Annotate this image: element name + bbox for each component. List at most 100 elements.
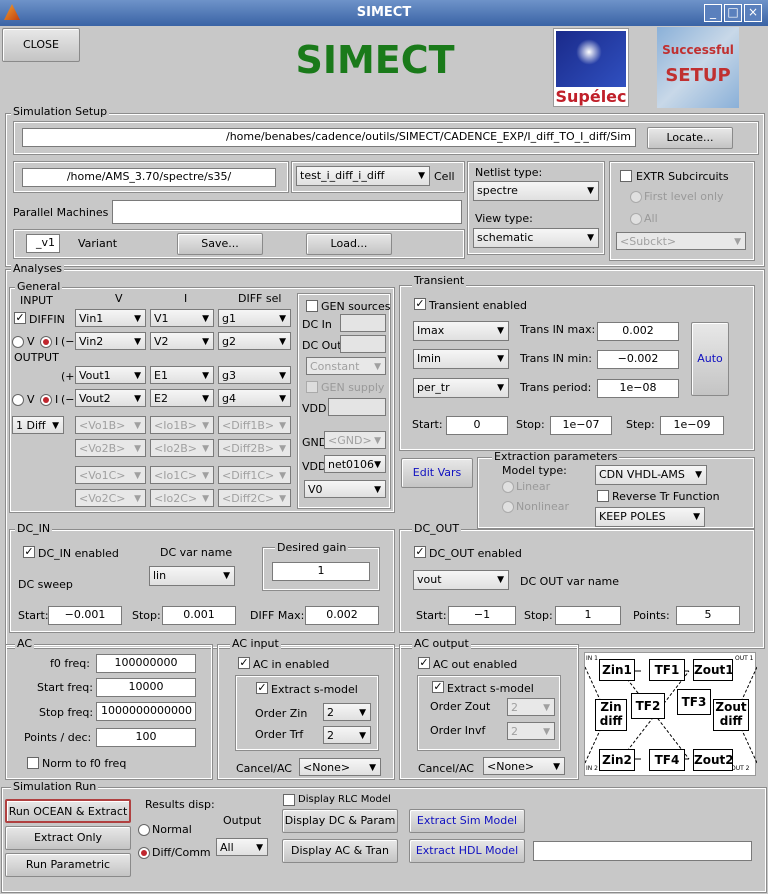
dc-var-select[interactable]: lin <box>149 566 235 586</box>
desired-gain-field[interactable]: 1 <box>272 562 370 581</box>
hdl-model-field[interactable] <box>533 841 752 861</box>
diff-select-2[interactable]: g2 <box>218 332 291 350</box>
output-select[interactable]: All <box>216 838 268 856</box>
run-parametric-button[interactable]: Run Parametric <box>5 853 131 877</box>
vdd-field[interactable] <box>328 398 386 416</box>
linear-radio[interactable] <box>502 481 514 493</box>
transient-enabled-checkbox[interactable]: ✓ <box>414 298 426 310</box>
dc-out-var-select[interactable]: vout <box>413 570 509 590</box>
display-dc-button[interactable]: Display DC & Param <box>282 809 398 833</box>
normal-radio[interactable] <box>138 824 150 836</box>
order-zout-select[interactable]: 2 <box>507 698 555 716</box>
variant-field[interactable]: _v1 <box>26 234 60 253</box>
nonlinear-radio[interactable] <box>502 501 514 513</box>
stop-freq-field[interactable]: 1000000000000 <box>96 702 196 721</box>
trans-period-select[interactable]: per_tr <box>413 378 509 398</box>
edit-vars-button[interactable]: Edit Vars <box>401 458 473 488</box>
parallel-machines-field[interactable] <box>112 200 462 224</box>
order-trf-select[interactable]: 2 <box>323 726 371 744</box>
close-window-icon[interactable]: × <box>744 4 762 22</box>
trans-max-select[interactable]: Imax <box>413 321 509 341</box>
subckt-select[interactable]: <Subckt> <box>616 232 746 250</box>
diff-select-5[interactable]: <Diff1B> <box>218 416 291 434</box>
extract-only-button[interactable]: Extract Only <box>5 826 131 850</box>
ac-out-cancel-select[interactable]: <None> <box>483 757 565 775</box>
i-select-8[interactable]: <Io2C> <box>150 489 214 507</box>
v-select-1[interactable]: Vin1 <box>75 309 146 327</box>
ac-in-extract-checkbox[interactable]: ✓ <box>256 682 268 694</box>
diffin-checkbox[interactable]: ✓ <box>14 312 26 324</box>
diff-select-3[interactable]: g3 <box>218 366 291 384</box>
diff-select-8[interactable]: <Diff2C> <box>218 489 291 507</box>
run-ocean-button[interactable]: Run OCEAN & Extract <box>5 799 131 823</box>
spectre-path-field[interactable]: /home/AMS_3.70/spectre/s35/ <box>22 168 276 187</box>
v-select-5[interactable]: <Vo1B> <box>75 416 146 434</box>
trans-stop-field[interactable]: 1e−07 <box>550 416 612 435</box>
v-select-8[interactable]: <Vo2C> <box>75 489 146 507</box>
trans-in-max-field[interactable]: 0.002 <box>597 322 679 341</box>
output-i-radio[interactable] <box>40 394 52 406</box>
i-select-4[interactable]: E2 <box>150 389 214 407</box>
first-level-radio[interactable] <box>630 191 642 203</box>
dc-out-enabled-checkbox[interactable]: ✓ <box>414 546 426 558</box>
display-ac-button[interactable]: Display AC & Tran <box>282 839 398 863</box>
load-button[interactable]: Load... <box>306 233 392 255</box>
netlist-select[interactable]: spectre <box>473 181 599 201</box>
dc-in-start-field[interactable]: −0.001 <box>48 606 122 625</box>
gnd-select[interactable]: <GND> <box>324 431 386 449</box>
trans-min-select[interactable]: Imin <box>413 349 509 369</box>
gen-supply-checkbox[interactable] <box>306 381 318 393</box>
ac-out-enabled-checkbox[interactable]: ✓ <box>418 657 430 669</box>
i-select-7[interactable]: <Io1C> <box>150 466 214 484</box>
order-zin-select[interactable]: 2 <box>323 703 371 721</box>
sim-path-field[interactable]: /home/benabes/cadence/outils/SIMECT/CADE… <box>22 128 636 147</box>
extract-hdl-model-button[interactable]: Extract HDL Model <box>409 839 525 863</box>
locate-button[interactable]: Locate... <box>647 127 733 149</box>
v0-select[interactable]: V0 <box>304 480 386 498</box>
trans-start-field[interactable]: 0 <box>446 416 508 435</box>
trans-period-field[interactable]: 1e−08 <box>597 379 679 398</box>
v-select-3[interactable]: Vout1 <box>75 366 146 384</box>
model-type-select[interactable]: CDN VHDL-AMS <box>595 465 707 485</box>
i-select-1[interactable]: V1 <box>150 309 214 327</box>
poles-select[interactable]: KEEP POLES <box>595 507 705 527</box>
auto-button[interactable]: Auto <box>691 322 729 396</box>
constant-select[interactable]: Constant <box>306 357 386 375</box>
view-select[interactable]: schematic <box>473 228 599 248</box>
minimize-icon[interactable]: _ <box>704 4 722 22</box>
diff-mode-select[interactable]: 1 Diff <box>12 416 64 434</box>
diff-select-6[interactable]: <Diff2B> <box>218 439 291 457</box>
i-select-5[interactable]: <Io1B> <box>150 416 214 434</box>
norm-f0-checkbox[interactable] <box>27 757 39 769</box>
input-v-radio[interactable] <box>12 336 24 348</box>
reverse-tr-checkbox[interactable] <box>597 490 609 502</box>
order-invf-select[interactable]: 2 <box>507 722 555 740</box>
all-radio[interactable] <box>630 213 642 225</box>
cell-select[interactable]: test_i_diff_i_diff <box>296 166 430 186</box>
diff-select-1[interactable]: g1 <box>218 309 291 327</box>
ac-in-enabled-checkbox[interactable]: ✓ <box>238 657 250 669</box>
extract-sim-model-button[interactable]: Extract Sim Model <box>409 809 525 833</box>
dc-out-field[interactable] <box>340 335 386 353</box>
dc-in-diffmax-field[interactable]: 0.002 <box>305 606 379 625</box>
v-select-6[interactable]: <Vo2B> <box>75 439 146 457</box>
dc-in-enabled-checkbox[interactable]: ✓ <box>23 546 35 558</box>
start-freq-field[interactable]: 10000 <box>96 678 196 697</box>
dc-in-field[interactable] <box>340 314 386 332</box>
gen-sources-checkbox[interactable] <box>306 300 318 312</box>
extr-subcircuits-checkbox[interactable] <box>620 170 632 182</box>
maximize-icon[interactable]: □ <box>724 4 742 22</box>
points-per-dec-field[interactable]: 100 <box>96 728 196 747</box>
close-button[interactable]: CLOSE <box>2 28 80 62</box>
v-select-2[interactable]: Vin2 <box>75 332 146 350</box>
v-select-7[interactable]: <Vo1C> <box>75 466 146 484</box>
trans-step-field[interactable]: 1e−09 <box>660 416 724 435</box>
diffcomm-radio[interactable] <box>138 847 150 859</box>
diff-select-7[interactable]: <Diff1C> <box>218 466 291 484</box>
v-select-4[interactable]: Vout2 <box>75 389 146 407</box>
display-rlc-checkbox[interactable] <box>283 794 295 806</box>
dc-out-points-field[interactable]: 5 <box>676 606 740 625</box>
i-select-3[interactable]: E1 <box>150 366 214 384</box>
input-i-radio[interactable] <box>40 336 52 348</box>
trans-in-min-field[interactable]: −0.002 <box>597 350 679 369</box>
